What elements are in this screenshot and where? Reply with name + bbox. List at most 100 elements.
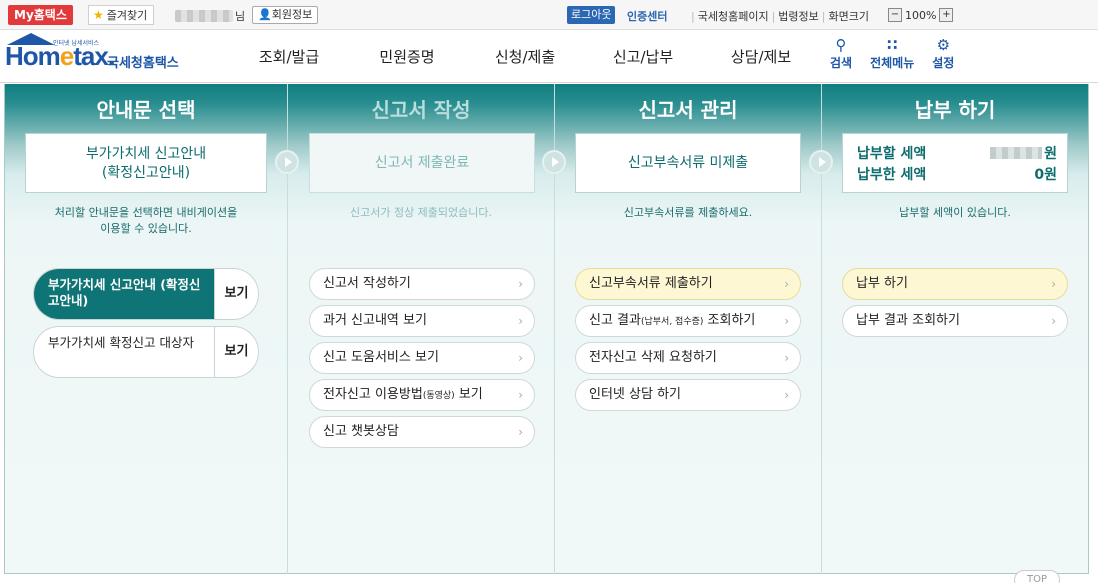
nav-apply-submit[interactable]: 신청/제출 [466, 31, 584, 83]
member-info-label: 회원정보 [271, 8, 313, 21]
logout-button[interactable]: 로그아웃 [567, 6, 616, 24]
past-reports-button[interactable]: 과거 신고내역 보기 › [309, 305, 535, 337]
divider: | [771, 10, 776, 23]
pill-label: 신고 결과 [589, 313, 641, 328]
chevron-right-icon: › [784, 277, 789, 291]
star-icon: ★ [93, 8, 104, 22]
guide-item-label: 부가가치세 신고안내 (확정신고안내) [34, 269, 214, 319]
to-pay-unit: 원 [1044, 146, 1057, 162]
pay-button[interactable]: 납부 하기 › [842, 268, 1068, 300]
main-nav: 조회/발급 민원증명 신청/제출 신고/납부 상담/제보 [230, 31, 820, 83]
person-icon: 👤 [258, 8, 272, 21]
pill-label: 보기 [454, 387, 483, 402]
pill-label: 인터넷 상담 하기 [589, 387, 681, 402]
grid-menu-icon: ∷ [886, 36, 898, 54]
write-report-button[interactable]: 신고서 작성하기 › [309, 268, 535, 300]
chatbot-button[interactable]: 신고 챗봇상담 › [309, 416, 535, 448]
write-column: 신고서 작성 신고서 제출완료 신고서가 정상 제출되었습니다. 신고서 작성하… [288, 84, 554, 574]
hometax-logo[interactable]: 인터넷 납세서비스 Hometax. 국세청홈택스 [3, 33, 188, 79]
nav-report-pay[interactable]: 신고/납부 [584, 31, 702, 83]
cert-center-link[interactable]: 인증센터 [627, 8, 667, 24]
screen-size-label: 화면크기 [828, 10, 869, 23]
nts-homepage-link[interactable]: 국세청홈페이지 [698, 10, 769, 23]
write-column-title: 신고서 작성 [371, 98, 471, 122]
pay-column: 납부 하기 납부할 세액 원 납부한 세액 0원 납부할 세액이 있습니다. 납… [822, 84, 1088, 574]
guide-item-selected[interactable]: 부가가치세 신고안내 (확정신고안내) 보기 [33, 268, 259, 320]
scroll-top-button[interactable]: TOP [1014, 570, 1060, 583]
e-filing-guide-button[interactable]: 전자신고 이용방법(동영상) 보기 › [309, 379, 535, 411]
online-consult-button[interactable]: 인터넷 상담 하기 › [575, 379, 801, 411]
manage-column-title: 신고서 관리 [638, 98, 738, 122]
pill-label-small: (납부서, 접수증) [640, 317, 704, 327]
law-info-link[interactable]: 법령정보 [778, 10, 818, 23]
paid-label: 납부한 세액 [857, 167, 927, 183]
guide-column-title: 안내문 선택 [96, 98, 196, 122]
zoom-in-button[interactable]: + [939, 8, 954, 22]
chevron-right-icon: › [784, 314, 789, 328]
guide-item[interactable]: 부가가치세 확정신고 대상자 보기 [33, 326, 259, 378]
guide-view-button[interactable]: 보기 [214, 327, 258, 377]
chevron-right-icon: › [784, 351, 789, 365]
member-info-button[interactable]: 👤회원정보 [252, 6, 319, 24]
pill-label: 납부 결과 조회하기 [856, 313, 960, 328]
to-pay-value: 원 [990, 143, 1057, 163]
pill-label: 전자신고 이용방법 [323, 387, 423, 402]
pill-label: 납부 하기 [856, 276, 908, 291]
to-pay-label: 납부할 세액 [857, 146, 927, 162]
top-utility-bar: My홈택스 ★ 즐겨찾기 님 👤회원정보 로그아웃 인증센터 | 국세청홈페이지 | 법… [0, 0, 1098, 30]
gear-icon: ⚙ [936, 36, 951, 54]
util-links: | 국세청홈페이지 | 법령정보 | 화면크기 [688, 8, 869, 24]
my-hometax-button[interactable]: My홈택스 [8, 5, 73, 25]
manage-status-box: 신고부속서류 미제출 [575, 133, 801, 193]
chevron-right-icon: › [1051, 314, 1056, 328]
settings-label: 설정 [932, 56, 955, 70]
header-util-icons: ⚲ 검색 ∷ 전체메뉴 ⚙ 설정 [830, 36, 954, 71]
guide-status-box: 부가가치세 신고안내 (확정신고안내) [25, 133, 267, 193]
chevron-right-icon: › [518, 388, 523, 402]
paid-line: 납부한 세액 0원 [857, 164, 1057, 184]
pill-label: 신고 도움서비스 보기 [323, 350, 439, 365]
guide-item-label: 부가가치세 확정신고 대상자 [48, 335, 194, 350]
logo-wordmark: Hometax. [5, 41, 115, 72]
report-result-button[interactable]: 신고 결과(납부서, 접수증) 조회하기 › [575, 305, 801, 337]
all-menu-label: 전체메뉴 [870, 56, 915, 70]
search-icon: ⚲ [835, 36, 847, 54]
submit-attachments-button[interactable]: 신고부속서류 제출하기 › [575, 268, 801, 300]
write-description: 신고서가 정상 제출되었습니다. [349, 206, 493, 219]
search-button[interactable]: ⚲ 검색 [830, 36, 852, 71]
nav-civil-cert[interactable]: 민원증명 [348, 31, 466, 83]
zoom-out-button[interactable]: − [888, 8, 902, 22]
guide-view-button[interactable]: 보기 [214, 269, 258, 319]
chevron-right-icon: › [518, 314, 523, 328]
settings-button[interactable]: ⚙ 설정 [932, 36, 954, 71]
manage-column: 신고서 관리 신고부속서류 미제출 신고부속서류를 제출하세요. 신고부속서류 … [555, 84, 821, 574]
favorites-button[interactable]: ★ 즐겨찾기 [88, 5, 155, 25]
chevron-right-icon: › [518, 277, 523, 291]
logo-korean-name: 국세청홈택스 [107, 56, 179, 71]
zoom-control: − 100% + [888, 6, 954, 24]
user-name-redacted [175, 10, 233, 22]
delete-request-button[interactable]: 전자신고 삭제 요청하기 › [575, 342, 801, 374]
chevron-right-icon: › [784, 388, 789, 402]
logo-home-text: Hom [5, 41, 61, 71]
favorites-label: 즐겨찾기 [106, 9, 148, 22]
search-label: 검색 [830, 56, 853, 70]
paid-value: 0원 [1034, 167, 1057, 183]
pill-label: 조회하기 [703, 313, 756, 328]
pill-label: 신고부속서류 제출하기 [589, 276, 713, 291]
pill-label-small: (동영상) [422, 391, 455, 401]
redacted-amount [990, 147, 1043, 159]
nav-consult-report[interactable]: 상담/제보 [702, 31, 820, 83]
all-menu-button[interactable]: ∷ 전체메뉴 [870, 36, 914, 71]
help-service-button[interactable]: 신고 도움서비스 보기 › [309, 342, 535, 374]
nav-inquiry-issue[interactable]: 조회/발급 [230, 31, 348, 83]
chevron-right-icon: › [518, 351, 523, 365]
navigation-panel: 안내문 선택 부가가치세 신고안내 (확정신고안내) 처리할 안내문을 선택하면… [4, 84, 1089, 574]
to-pay-line: 납부할 세액 원 [857, 143, 1057, 163]
pay-result-button[interactable]: 납부 결과 조회하기 › [842, 305, 1068, 337]
divider: | [821, 10, 826, 23]
pay-description: 납부할 세액이 있습니다. [899, 206, 1011, 219]
zoom-value: 100% [905, 8, 937, 22]
guide-column: 안내문 선택 부가가치세 신고안내 (확정신고안내) 처리할 안내문을 선택하면… [5, 84, 287, 574]
manage-description: 신고부속서류를 제출하세요. [623, 206, 753, 219]
